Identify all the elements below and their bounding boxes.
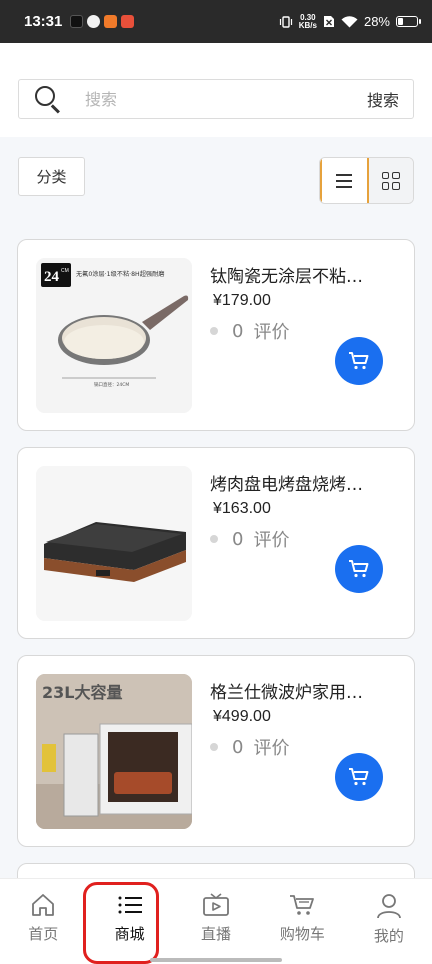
product-rating: 0 评价 [210, 318, 289, 344]
list-view-icon [336, 173, 353, 188]
home-icon [32, 894, 55, 916]
rating-dot [210, 743, 218, 751]
search-input[interactable] [85, 89, 367, 109]
search-box: 搜索 [18, 79, 414, 119]
svg-text:CM: CM [61, 268, 69, 274]
product-image-caption: 23L大容量 [42, 683, 122, 702]
rating-dot [210, 327, 218, 335]
product-image[interactable]: 23L大容量 [36, 674, 192, 829]
no-sim-icon [323, 16, 334, 27]
product-rating: 0 评价 [210, 526, 289, 552]
product-image[interactable]: 24 CM 无氟0涂层·1级不粘·8H超强耐磨 锅口直径：24CM [36, 258, 192, 413]
product-title[interactable]: 钛陶瓷无涂层不粘… [210, 262, 388, 287]
add-to-cart-button[interactable] [335, 753, 383, 801]
nav-item-mall[interactable]: 商城 [86, 879, 172, 964]
tiktok-icon [70, 15, 84, 28]
product-image-caption: 无氟0涂层·1级不粘·8H超强耐磨 [76, 270, 164, 278]
bottom-nav: 首页 商城 直播 购物车 我的 [0, 878, 432, 964]
svg-text:锅口直径：24CM: 锅口直径：24CM [94, 381, 129, 388]
list-icon [118, 896, 142, 914]
view-toggle [319, 157, 414, 204]
search-icon[interactable] [33, 84, 63, 114]
rating-label: 评价 [253, 738, 290, 759]
svg-text:24: 24 [44, 269, 60, 285]
product-price: ¥499.00 [213, 708, 271, 725]
rating-count: 0 [232, 320, 244, 342]
cart-icon [290, 895, 315, 915]
rating-dot [210, 535, 218, 543]
battery-icon [396, 16, 421, 27]
status-time: 13:31 [24, 13, 63, 30]
product-price: ¥179.00 [213, 292, 271, 309]
category-button[interactable]: 分类 [18, 157, 85, 196]
nav-item-home[interactable]: 首页 [0, 879, 86, 964]
nav-item-cart[interactable]: 购物车 [259, 879, 345, 964]
product-card[interactable]: 23L大容量 格兰仕微波炉家用… ¥499.00 0 评价 [17, 655, 415, 847]
rating-count: 0 [232, 528, 244, 550]
app-red-icon [121, 15, 135, 28]
product-price: ¥163.00 [213, 500, 271, 517]
app-orange-icon [104, 15, 118, 28]
status-bar: 13:31 0.30 KB/s 28% [0, 0, 432, 43]
battery-percent: 28% [363, 14, 390, 29]
wifi-icon [341, 15, 358, 27]
nav-item-live[interactable]: 直播 [173, 879, 259, 964]
rating-label: 评价 [253, 530, 290, 551]
cart-icon [349, 560, 369, 578]
status-right: 0.30 KB/s 28% [279, 12, 421, 30]
product-card[interactable]: 烤肉盘电烤盘烧烤… ¥163.00 0 评价 [17, 447, 415, 639]
add-to-cart-button[interactable] [335, 545, 383, 593]
rating-count: 0 [232, 736, 244, 758]
user-icon [376, 894, 401, 919]
cart-icon [349, 352, 369, 370]
product-card[interactable]: 24 CM 无氟0涂层·1级不粘·8H超强耐磨 锅口直径：24CM 钛陶瓷无涂层… [17, 239, 415, 431]
vibrate-icon [279, 15, 292, 28]
add-to-cart-button[interactable] [335, 337, 383, 385]
tv-icon [203, 893, 229, 916]
nav-item-profile[interactable]: 我的 [346, 879, 432, 964]
cart-icon [349, 768, 369, 786]
network-speed: 0.30 KB/s [298, 12, 317, 30]
header: 搜索 [0, 43, 432, 137]
grid-view-button[interactable] [368, 158, 413, 203]
weibo-icon [87, 15, 101, 28]
notification-icons [70, 15, 135, 28]
product-image[interactable] [36, 466, 192, 621]
product-rating: 0 评价 [210, 734, 289, 760]
gesture-bar[interactable] [150, 958, 282, 962]
product-title[interactable]: 烤肉盘电烤盘烧烤… [210, 470, 388, 495]
product-title[interactable]: 格兰仕微波炉家用… [210, 678, 388, 703]
grid-view-icon [381, 171, 400, 190]
rating-label: 评价 [253, 322, 290, 343]
search-button[interactable]: 搜索 [367, 87, 399, 111]
list-view-button[interactable] [320, 158, 369, 203]
